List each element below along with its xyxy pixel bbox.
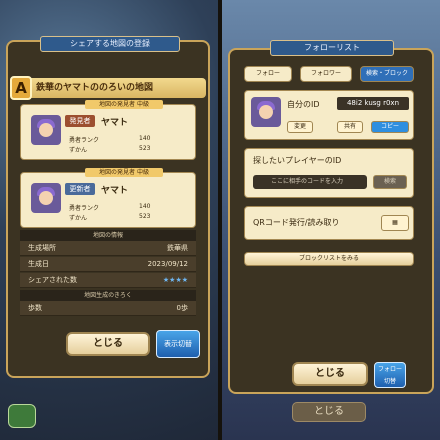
updater-avatar [31,183,61,213]
discoverer-role: 発見者 [65,115,95,127]
left-close-button[interactable]: とじる [66,332,150,356]
tab-search-block[interactable]: 検索・ブロック [360,66,414,82]
my-id-value: 48i2 kusg r0xn [337,97,409,110]
screen-divider [218,0,222,440]
game-logo [8,404,36,428]
map-share-title: シェアする地図の登録 [40,36,180,52]
follow-toggle-button[interactable]: フォロー 切替 [374,362,406,388]
updater-role: 更新者 [65,183,95,195]
my-id-label: 自分のID [287,100,320,109]
updater-name: ヤマト [101,186,129,196]
info-row-steps: 歩数 0歩 [20,301,196,316]
right-close-button[interactable]: とじる [292,362,368,386]
search-label: 探したいプレイヤーのID [253,156,342,165]
map-record-header: 地図生成のきろく [20,290,196,301]
rank-a-badge: A [10,76,32,100]
change-id-button[interactable]: 変更 [287,121,313,133]
updater-zukan-row: ずかん 523 [69,213,151,222]
search-player-box: 探したいプレイヤーのID ここに相手のコードを入力 検索 [244,148,414,198]
my-avatar [251,97,281,127]
block-list-button[interactable]: ブロックリストをみる [244,252,414,266]
share-id-button[interactable]: 共有 [337,121,363,133]
tab-follower[interactable]: フォロワー [300,66,352,82]
qr-label: QRコード発行/読み取り [253,218,340,227]
qr-icon-button[interactable]: ▦ [381,215,409,231]
info-row-location: 生成場所 鉄華県 [20,241,196,256]
bottom-close-button[interactable]: とじる [292,402,366,422]
info-row-date: 生成日 2023/09/12 [20,257,196,272]
updater-rank-row: 勇者ランク 140 [69,203,151,212]
discoverer-card: 地図の発見者 中級 発見者 ヤマト 勇者ランク 140 ずかん 523 [20,100,196,160]
display-toggle-button[interactable]: 表示切替 [156,330,200,358]
follow-list-title: フォローリスト [270,40,394,56]
my-id-box: 自分のID 48i2 kusg r0xn 変更 共有 コピー [244,90,414,140]
copy-id-button[interactable]: コピー [371,121,409,133]
discoverer-name: ヤマト [101,118,129,128]
map-info-header: 地図の情報 [20,230,196,241]
tab-follow[interactable]: フォロー [244,66,292,82]
discoverer-zukan-row: ずかん 523 [69,145,151,154]
discoverer-rank-row: 勇者ランク 140 [69,135,151,144]
updater-tag: 地図の発見者 中級 [85,168,163,177]
qr-box: QRコード発行/読み取り ▦ [244,206,414,240]
player-code-input[interactable]: ここに相手のコードを入力 [253,175,367,189]
info-row-shares: シェアされた数 ★★★★ [20,273,196,288]
updater-card: 地図の発見者 中級 更新者 ヤマト 勇者ランク 140 ずかん 523 [20,168,196,228]
search-button[interactable]: 検索 [373,175,407,189]
discoverer-tag: 地図の発見者 中級 [85,100,163,109]
discoverer-avatar [31,115,61,145]
map-title-bar: 鉄華のヤマトののろいの地図 [10,78,206,98]
